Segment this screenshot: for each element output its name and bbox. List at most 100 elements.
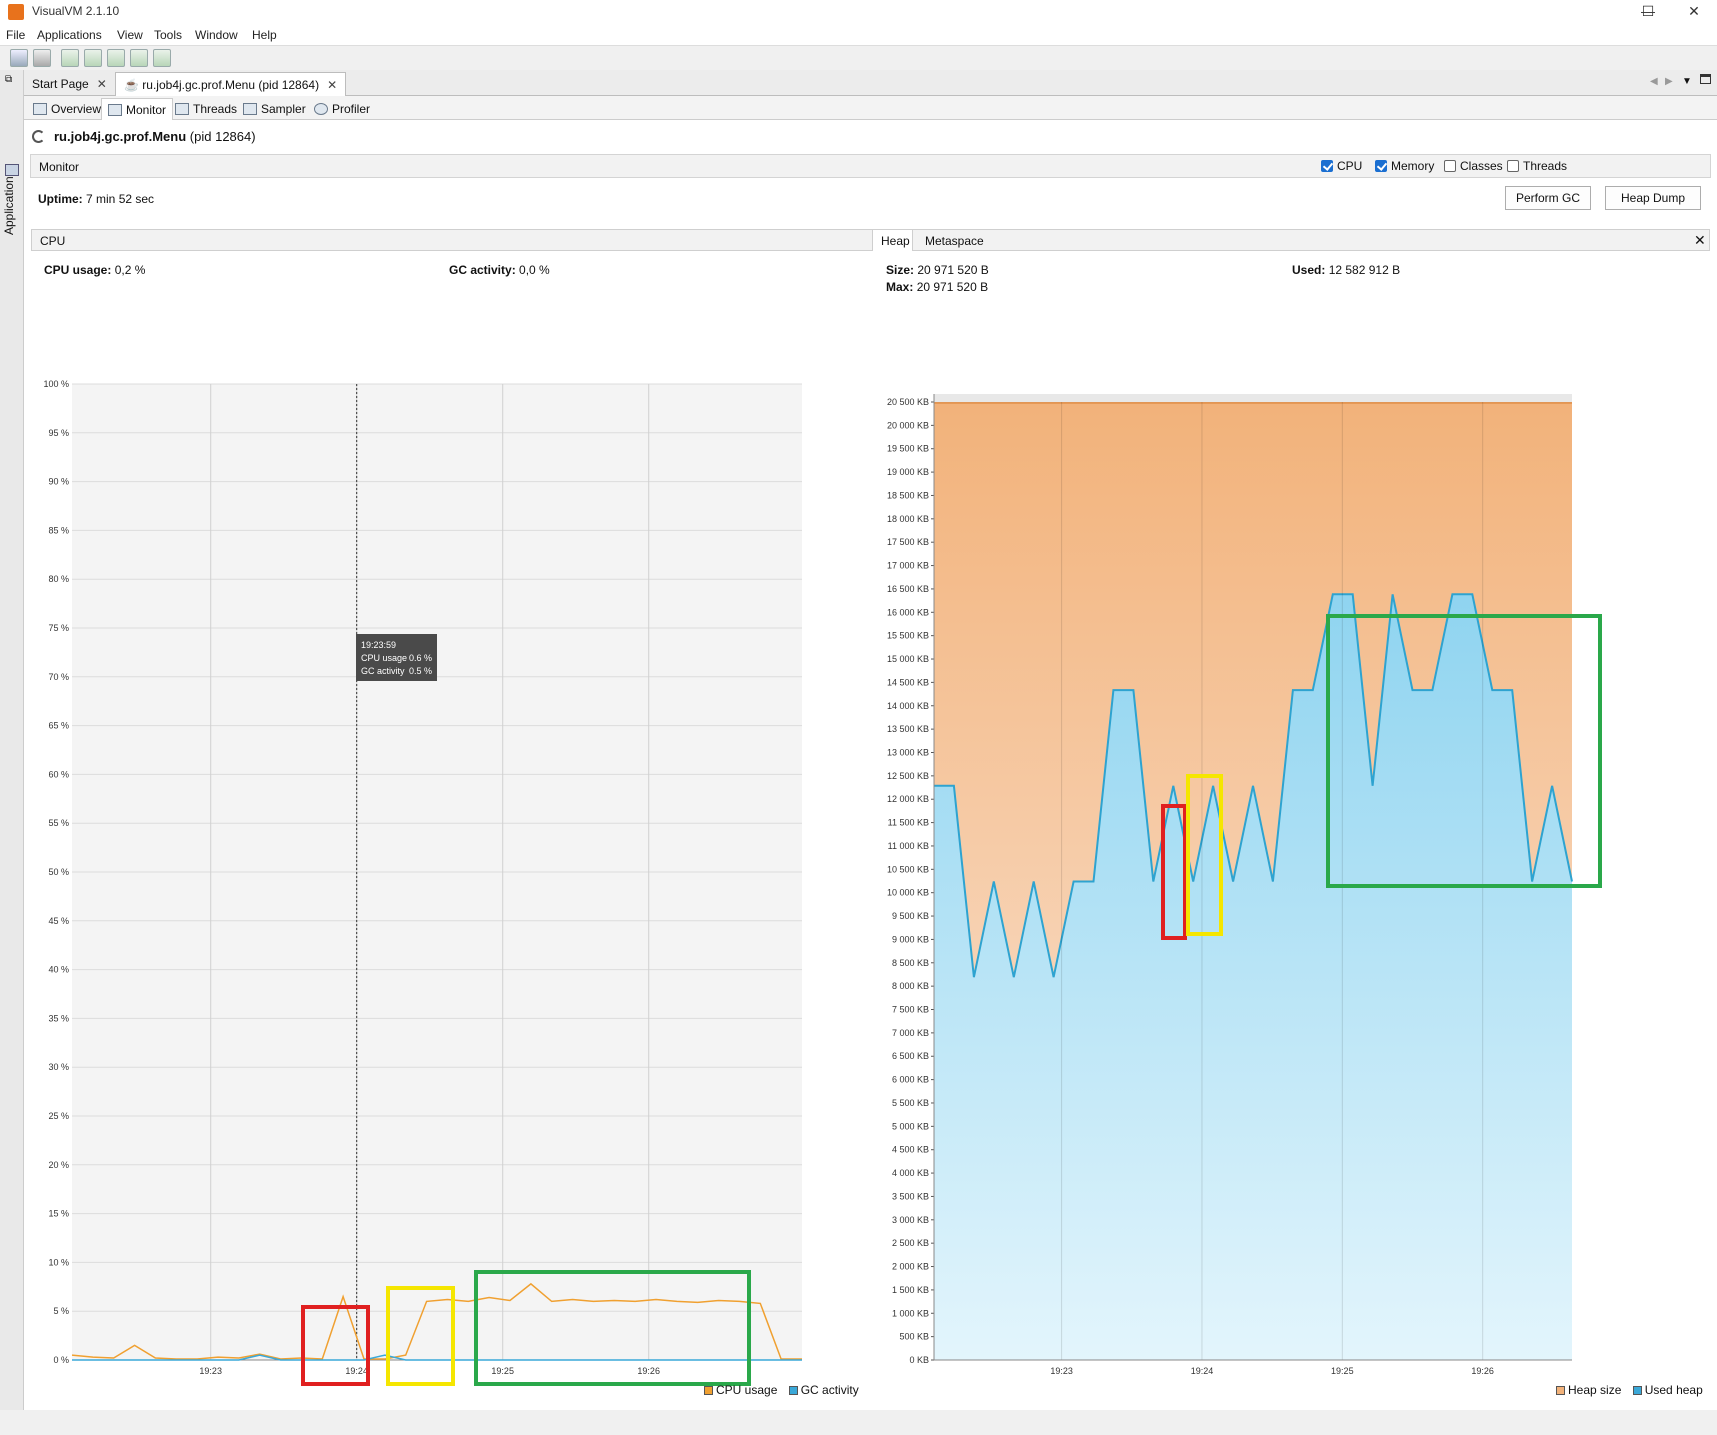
menu-tools[interactable]: Tools [154,28,182,42]
open-snapshot-icon[interactable] [10,49,28,67]
tab-metaspace[interactable]: Metaspace [925,234,984,248]
heap-ytick-label: 15 500 KB [887,631,929,641]
menu-help[interactable]: Help [252,28,277,42]
tab-process-label: ru.job4j.gc.prof.Menu (pid 12864) [142,78,320,92]
heap-ytick-label: 14 500 KB [887,677,929,687]
minimize-icon[interactable] [1580,0,1626,24]
add-core-dump-icon[interactable] [107,49,125,67]
classes-checkbox[interactable]: Classes [1444,159,1503,173]
checkbox-checked-icon [1321,160,1333,172]
checkbox-unchecked-icon [1507,160,1519,172]
heap-ytick-label: 0 KB [909,1355,929,1365]
info-icon [33,103,47,115]
tab-overview-label: Overview [51,102,102,116]
memory-checkbox[interactable]: Memory [1375,159,1434,173]
heap-ytick-label: 5 000 KB [892,1121,929,1131]
menu-bar: File Applications View Tools Window Help [0,24,1717,46]
heap-ytick-label: 7 000 KB [892,1028,929,1038]
add-jmx-connection-icon[interactable] [61,49,79,67]
heap-ytick-label: 10 000 KB [887,888,929,898]
tab-profiler[interactable]: Profiler [308,98,376,120]
applications-icon[interactable] [5,164,19,176]
tab-overview[interactable]: Overview [27,98,107,120]
cpu-xtick-label: 19:26 [637,1366,660,1376]
applications-sidebar[interactable]: ⧉ Applications [0,70,24,1410]
close-tab-icon[interactable]: ✕ [97,77,107,91]
maximize-button[interactable]: ☐ [1625,0,1671,24]
cpu-checkbox[interactable]: CPU [1321,159,1362,173]
java-process-icon: ☕ [124,78,139,92]
perform-gc-button[interactable]: Perform GC [1505,186,1591,210]
cpu-legend: CPU usage GC activity [704,1383,859,1397]
scroll-tabs-left-icon[interactable]: ◀ [1650,76,1658,87]
tab-threads-label: Threads [193,102,238,116]
menu-view[interactable]: View [117,28,143,42]
heap-dump-button[interactable]: Heap Dump [1605,186,1701,210]
add-snapshot-icon[interactable] [153,49,171,67]
tab-start-page[interactable]: Start Page ✕ [24,72,115,96]
heap-chart[interactable]: 0 KB 500 KB 1 000 KB 1 500 KB 2 000 KB 2 500 … [872,280,1712,1400]
heap-ytick-label: 16 000 KB [887,607,929,617]
heap-ytick-label: 11 500 KB [888,818,929,828]
applications-sidebar-label[interactable]: Applications [2,170,16,235]
heap-ytick-label: 13 500 KB [887,724,929,734]
checkbox-checked-icon [1375,160,1387,172]
tooltip-gc-value: 0.5 % [408,666,432,676]
save-icon[interactable] [33,49,51,67]
cpu-ytick-label: 20 % [48,1160,69,1170]
close-window-button[interactable]: ✕ [1671,0,1717,24]
threads-checkbox[interactable]: Threads [1507,159,1567,173]
close-tab-icon[interactable]: ✕ [327,78,337,92]
gc-activity-label: GC activity: [449,263,516,277]
legend-swatch-used-heap [1632,1386,1642,1395]
cpu-ytick-label: 25 % [48,1111,69,1121]
restore-panel-icon[interactable]: ⧉ [5,74,12,85]
cpu-ytick-label: 40 % [48,965,69,975]
tab-threads[interactable]: Threads [169,98,243,120]
heap-ytick-label: 9 000 KB [892,934,929,944]
heap-ytick-label: 18 000 KB [887,514,929,524]
maximize-window-icon[interactable] [1700,74,1711,84]
cpu-xtick-label: 19:25 [491,1366,514,1376]
visualvm-logo-icon [8,4,24,20]
cpu-ytick-label: 35 % [48,1013,69,1023]
add-remote-host-icon[interactable] [84,49,102,67]
heap-ytick-label: 2 500 KB [892,1238,929,1248]
heap-xtick-label: 19:25 [1331,1366,1354,1376]
cpu-chart[interactable]: 0 % 5 % 10 % 15 % 20 % 25 % 30 % 35 % 40 % 45 % 50… [24,280,894,1400]
menu-window[interactable]: Window [195,28,238,42]
cpu-ytick-label: 85 % [48,525,69,535]
heap-ytick-label: 10 500 KB [887,864,929,874]
profiler-clock-icon [314,103,328,115]
heap-ytick-label: 19 500 KB [887,444,929,454]
cpu-ytick-label: 80 % [48,574,69,584]
tab-sampler[interactable]: Sampler [237,98,312,120]
classes-checkbox-label: Classes [1460,159,1503,173]
cpu-ytick-label: 30 % [48,1062,69,1072]
toolbar [0,46,1717,70]
menu-file[interactable]: File [6,28,25,42]
heap-ytick-label: 9 500 KB [892,911,929,921]
heap-ytick-label: 6 000 KB [892,1075,929,1085]
heap-xtick-label: 19:23 [1050,1366,1073,1376]
legend-cpu-label: CPU usage [716,1383,778,1397]
add-vm-icon[interactable] [130,49,148,67]
tab-list-dropdown-icon[interactable]: ▼ [1682,76,1692,87]
gc-activity-stat: GC activity: 0,0 % [449,263,550,277]
close-panel-icon[interactable]: ✕ [1694,232,1706,249]
cpu-ytick-label: 90 % [48,477,69,487]
tab-monitor[interactable]: Monitor [101,98,174,120]
heap-size-stat: Size: 20 971 520 B [886,263,989,277]
heap-size-value: 20 971 520 B [917,263,989,277]
menu-applications[interactable]: Applications [37,28,102,42]
tab-heap[interactable]: Heap [873,230,913,251]
tooltip-cpu-row: CPU usage 0.6 % [361,652,432,665]
cpu-ytick-label: 55 % [48,818,69,828]
scroll-tabs-right-icon[interactable]: ▶ [1665,76,1673,87]
heap-ytick-label: 4 000 KB [892,1168,929,1178]
tab-process[interactable]: ☕ ru.job4j.gc.prof.Menu (pid 12864) ✕ [115,72,347,96]
heap-ytick-label: 18 500 KB [887,490,929,500]
process-pid: (pid 12864) [189,129,256,144]
cpu-tooltip: 19:23:59 CPU usage 0.6 % GC activity 0.5… [356,634,437,681]
cpu-ytick-label: 10 % [48,1257,69,1267]
